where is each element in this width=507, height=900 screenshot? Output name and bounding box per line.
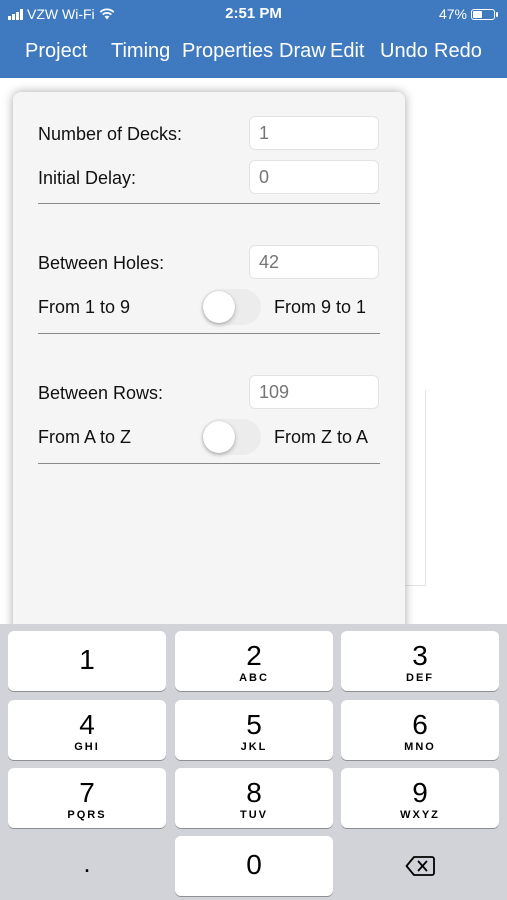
holes-row: Between Holes: [38,245,380,281]
key-digit: 7 [79,777,95,808]
key-5[interactable]: 5 JKL [175,700,333,760]
rows-input[interactable] [249,375,379,409]
decimal-label: . [83,848,91,878]
status-bar: VZW Wi-Fi 2:51 PM 47% [0,0,507,28]
holes-input[interactable] [249,245,379,279]
battery-percent: 47% [438,6,467,22]
delay-row: Initial Delay: [38,160,380,196]
rows-right-label: From Z to A [274,427,369,447]
key-letters: MNO [404,741,436,753]
key-letters: DEF [406,672,434,684]
rows-label: Between Rows: [38,383,164,403]
divider [38,333,380,334]
key-digit: 3 [412,640,428,671]
key-2[interactable]: 2 ABC [175,631,333,691]
nav-undo[interactable]: Undo [380,40,428,63]
status-right: 47% [438,6,498,22]
key-3[interactable]: 3 DEF [341,631,499,691]
key-digit: 4 [79,709,95,740]
numeric-keypad: 1 2 ABC 3 DEF 4 GHI 5 JKL 6 MNO 7 PQRS 8… [0,624,507,900]
key-digit: 6 [412,709,428,740]
toggle-knob [203,291,235,323]
key-4[interactable]: 4 GHI [8,700,166,760]
holes-direction-toggle[interactable] [201,289,261,325]
key-letters: GHI [74,741,100,753]
key-6[interactable]: 6 MNO [341,700,499,760]
key-digit: 2 [246,640,262,671]
nav-edit[interactable]: Edit [330,40,364,63]
key-letters: WXYZ [400,809,440,821]
rows-left-label: From A to Z [38,427,132,447]
key-letters: TUV [240,809,268,821]
backspace-icon [405,856,435,876]
battery-icon [471,8,498,20]
nav-project[interactable]: Project [25,40,87,63]
holes-label: Between Holes: [38,253,165,273]
key-digit: 8 [246,777,262,808]
key-digit: 9 [412,777,428,808]
key-delete[interactable] [341,836,499,896]
rows-direction-row: From A to Z From Z to A [38,419,380,455]
key-decimal[interactable]: . [8,836,166,896]
divider [38,463,380,464]
key-1[interactable]: 1 [8,631,166,691]
decks-label: Number of Decks: [38,124,183,144]
key-letters: JKL [240,741,268,753]
decks-row: Number of Decks: [38,116,380,152]
nav-draw[interactable]: Draw [279,40,326,63]
key-letters: PQRS [67,809,107,821]
holes-direction-row: From 1 to 9 From 9 to 1 [38,289,380,325]
key-digit: 5 [246,709,262,740]
key-0[interactable]: 0 [175,836,333,896]
timing-panel: Number of Decks: Initial Delay: Between … [13,92,405,652]
background-canvas-edge [405,390,426,586]
status-time: 2:51 PM [225,5,282,22]
delay-label: Initial Delay: [38,168,137,188]
key-letters: ABC [239,672,269,684]
decks-input[interactable] [249,116,379,150]
nav-bar: Project Timing Properties Draw Edit Undo… [0,36,507,70]
nav-properties[interactable]: Properties [182,40,273,63]
holes-right-label: From 9 to 1 [274,297,367,317]
divider [38,203,380,204]
key-7[interactable]: 7 PQRS [8,768,166,828]
holes-left-label: From 1 to 9 [38,297,131,317]
nav-timing[interactable]: Timing [111,40,170,63]
nav-redo[interactable]: Redo [434,40,482,63]
delay-input[interactable] [249,160,379,194]
key-digit: 1 [79,644,95,675]
key-9[interactable]: 9 WXYZ [341,768,499,828]
key-digit: 0 [246,849,262,880]
key-8[interactable]: 8 TUV [175,768,333,828]
rows-row: Between Rows: [38,375,380,411]
toggle-knob [203,421,235,453]
rows-direction-toggle[interactable] [201,419,261,455]
app-header: VZW Wi-Fi 2:51 PM 47% Project Timing Pro… [0,0,507,78]
